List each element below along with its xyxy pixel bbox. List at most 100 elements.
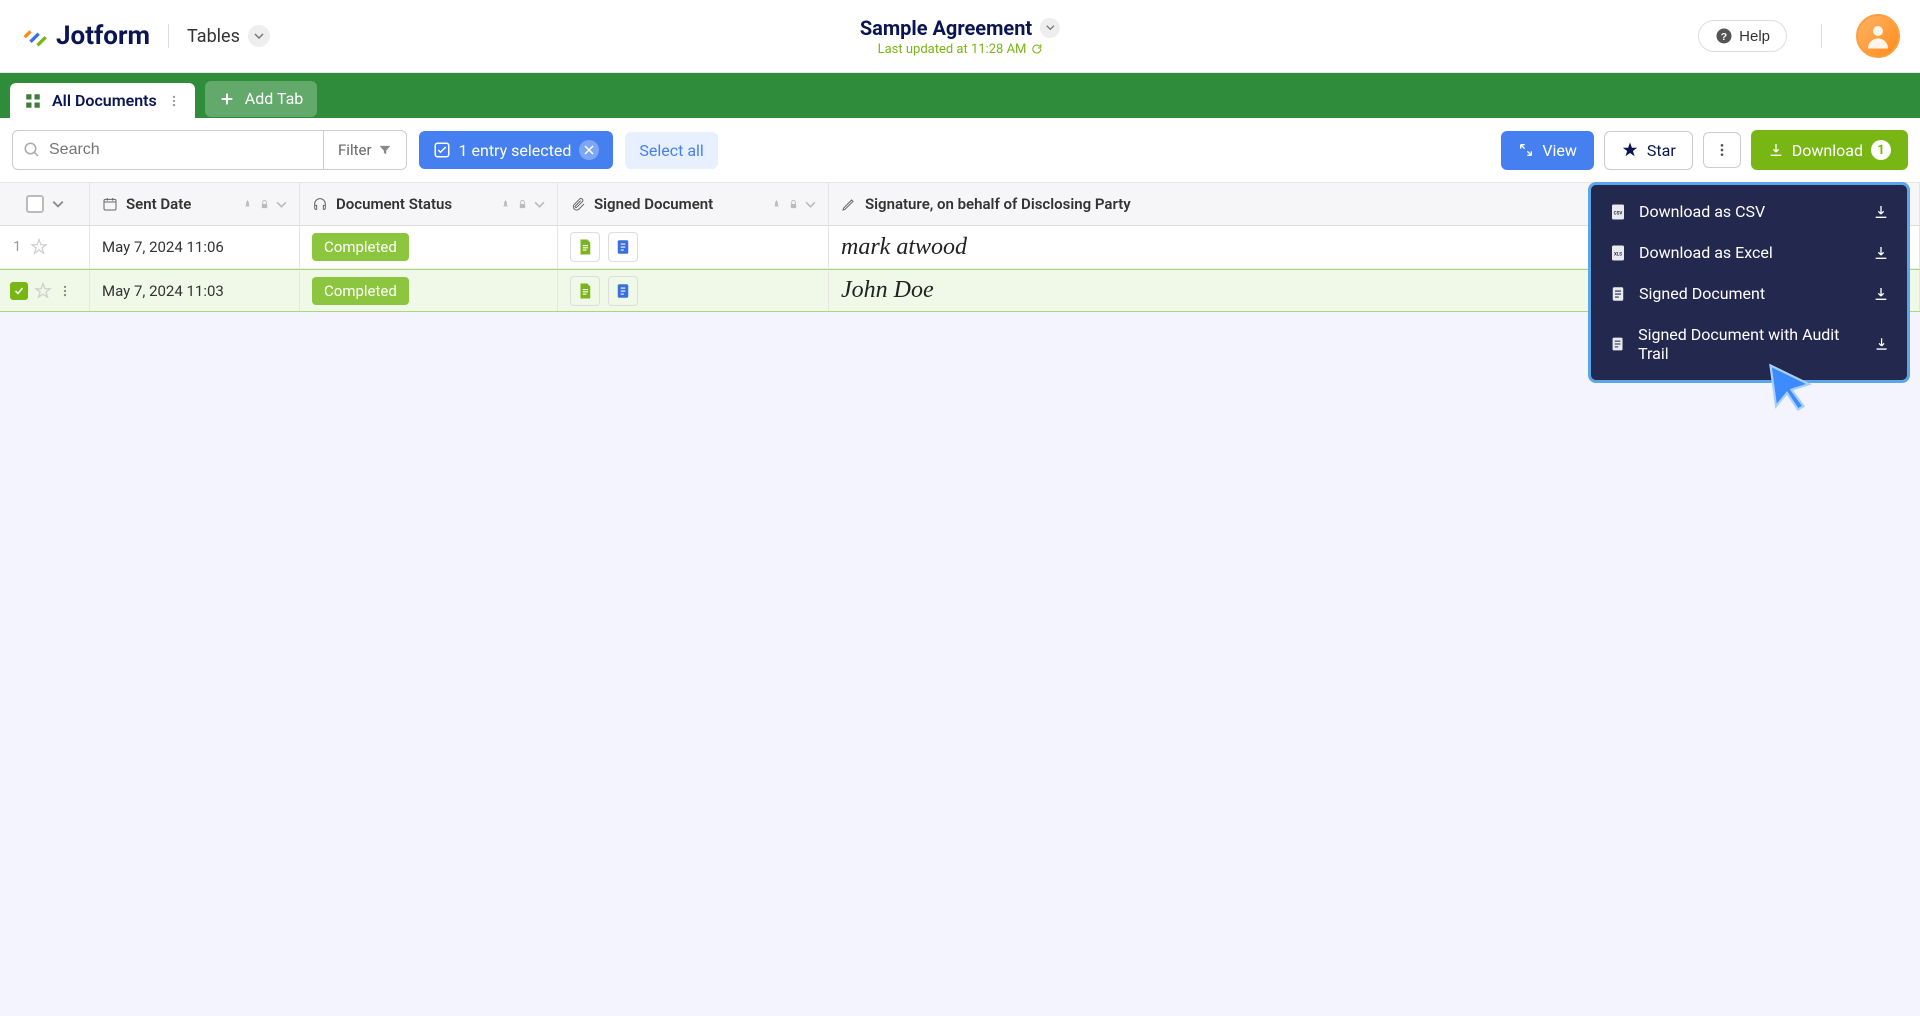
select-all-label: Select all [639,141,703,160]
star-icon[interactable] [30,238,48,256]
lock-icon[interactable] [259,199,270,210]
download-count-badge: 1 [1871,140,1891,160]
download-icon [1874,336,1889,352]
document-green-icon[interactable] [570,276,600,306]
search-icon [23,141,41,159]
dropdown-label: Signed Document with Audit Trail [1638,325,1862,363]
download-csv-item[interactable]: CSV Download as CSV [1591,191,1907,232]
more-vertical-icon[interactable] [167,94,181,108]
expand-icon [1518,142,1534,158]
selection-pill: 1 entry selected [419,131,614,169]
column-sent-date[interactable]: Sent Date [90,183,300,225]
cell-status[interactable]: Completed [300,270,558,311]
signature-text: mark atwood [841,234,967,261]
download-excel-item[interactable]: XLS Download as Excel [1591,232,1907,273]
divider [168,24,169,48]
tab-bar: All Documents Add Tab [0,73,1920,118]
star-icon [1621,141,1639,159]
help-button[interactable]: ? Help [1698,20,1787,52]
svg-text:XLS: XLS [1614,251,1622,257]
row-checkbox[interactable] [10,282,28,300]
lock-icon[interactable] [517,199,528,210]
tables-dropdown[interactable]: Tables [187,25,270,47]
cell-signed-document[interactable] [558,226,829,268]
filter-button[interactable]: Filter [323,131,406,169]
row-selector: 1 [0,226,90,268]
chevron-down-icon [248,25,270,47]
status-badge: Completed [312,277,409,305]
logo-icon [20,22,48,50]
svg-text:?: ? [1721,31,1727,43]
logo[interactable]: Jotform [20,21,150,51]
document-blue-icon[interactable] [608,232,638,262]
filter-icon [378,143,392,157]
pen-icon [841,196,857,212]
refresh-icon [1030,43,1042,55]
column-signed-document[interactable]: Signed Document [558,183,829,225]
star-button[interactable]: Star [1604,131,1693,170]
divider [1821,24,1822,48]
chevron-down-icon[interactable] [276,199,287,210]
add-tab-label: Add Tab [245,89,304,108]
toolbar: Filter 1 entry selected Select all View … [0,118,1920,183]
document-title-text: Sample Agreement [860,16,1032,40]
selection-text: 1 entry selected [459,141,572,160]
tables-label: Tables [187,26,240,47]
chevron-down-icon[interactable] [52,198,64,210]
document-green-icon[interactable] [570,232,600,262]
chevron-down-icon[interactable] [534,199,545,210]
plus-icon [219,91,235,107]
download-label: Download [1792,141,1863,160]
grid-icon [24,92,42,110]
document-icon [1609,285,1627,303]
more-vertical-icon[interactable] [58,284,72,298]
document-title-section: Sample Agreement Last updated at 11:28 A… [860,16,1060,57]
view-button[interactable]: View [1501,131,1594,170]
download-icon [1768,142,1784,158]
download-icon [1873,245,1889,261]
download-icon [1873,286,1889,302]
toolbar-right: View Star Download 1 [1501,130,1908,170]
document-blue-icon[interactable] [608,276,638,306]
document-title[interactable]: Sample Agreement [860,16,1060,40]
headphones-icon [312,196,328,212]
lock-icon[interactable] [788,199,799,210]
help-label: Help [1739,28,1770,45]
pin-icon[interactable] [771,199,782,210]
last-updated-text: Last updated at 11:28 AM [878,42,1027,57]
user-avatar[interactable] [1856,14,1900,58]
star-icon[interactable] [34,282,52,300]
download-audit-item[interactable]: Signed Document with Audit Trail [1591,314,1907,374]
dropdown-label: Signed Document [1639,284,1765,303]
row-number: 1 [10,239,24,255]
pin-icon[interactable] [500,199,511,210]
download-button[interactable]: Download 1 [1751,130,1908,170]
column-label: Signed Document [594,195,713,213]
header-right: ? Help [1698,14,1900,58]
select-all-checkbox[interactable] [26,195,44,213]
cell-sent-date[interactable]: May 7, 2024 11:06 [90,226,300,268]
chevron-down-icon[interactable] [805,199,816,210]
filter-label: Filter [338,141,372,159]
cell-sent-date[interactable]: May 7, 2024 11:03 [90,270,300,311]
cell-status[interactable]: Completed [300,226,558,268]
view-label: View [1542,141,1577,160]
clear-selection-button[interactable] [579,140,599,160]
column-document-status[interactable]: Document Status [300,183,558,225]
row-selector [0,270,90,311]
download-signed-item[interactable]: Signed Document [1591,273,1907,314]
pin-icon[interactable] [242,199,253,210]
svg-text:CSV: CSV [1614,210,1623,216]
excel-file-icon: XLS [1609,244,1627,262]
add-tab-button[interactable]: Add Tab [205,81,318,117]
search-input[interactable] [13,131,323,169]
tab-all-documents[interactable]: All Documents [10,83,195,118]
column-label: Signature, on behalf of Disclosing Party [865,195,1131,213]
cell-signed-document[interactable] [558,270,829,311]
select-all-button[interactable]: Select all [625,132,717,169]
check-square-icon [433,141,451,159]
csv-file-icon: CSV [1609,203,1627,221]
star-label: Star [1647,141,1676,160]
more-actions-button[interactable] [1703,132,1741,168]
column-checkbox [0,183,90,225]
